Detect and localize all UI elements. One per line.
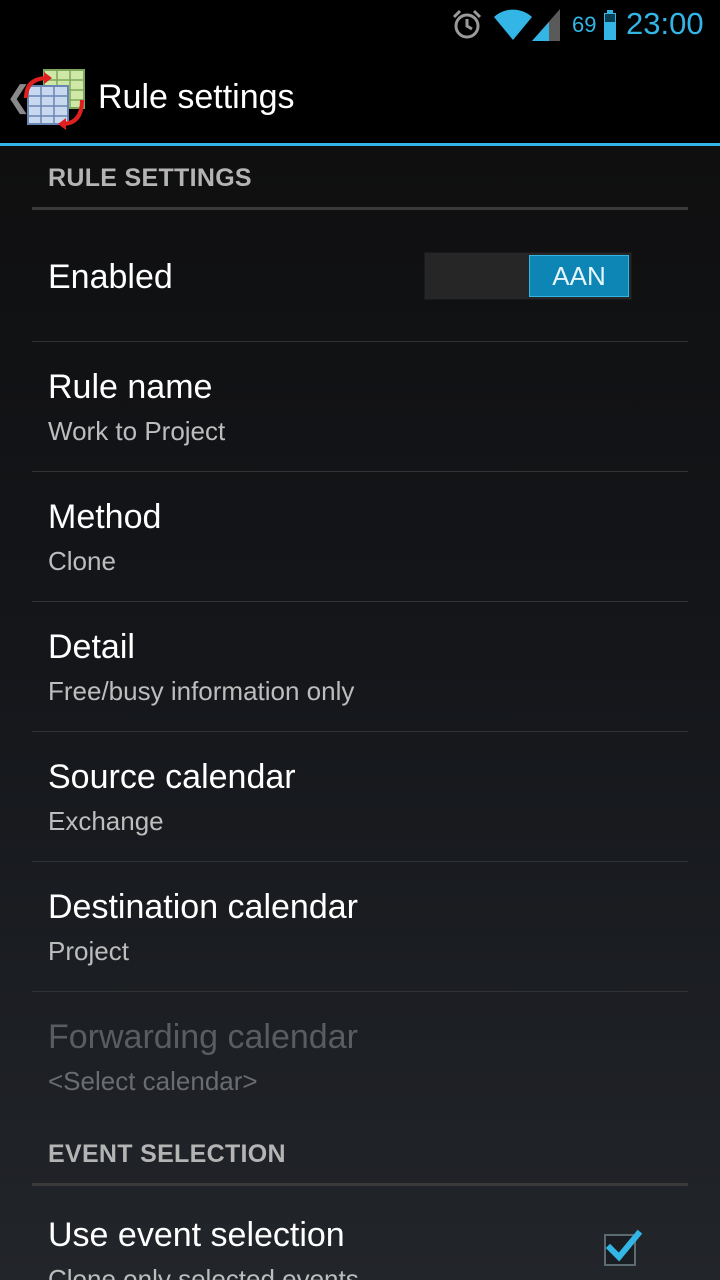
pref-use-event-selection-summary: Clone only selected events <box>48 1264 359 1280</box>
pref-method-title: Method <box>48 498 162 536</box>
pref-use-event-selection-title: Use event selection <box>48 1216 345 1254</box>
pref-method-summary: Clone <box>48 546 116 576</box>
section-header-event-selection: EVENT SELECTION <box>32 1140 688 1186</box>
enabled-toggle-thumb[interactable]: AAN <box>529 255 629 297</box>
pref-forwarding-calendar: Forwarding calendar <Select calendar> <box>32 992 688 1122</box>
pref-source-calendar-summary: Exchange <box>48 806 164 836</box>
action-bar: ❮ Rule settings <box>0 50 720 146</box>
use-event-selection-checkbox[interactable] <box>604 1229 643 1266</box>
status-bar: 69 23:00 <box>0 0 720 50</box>
alarm-icon <box>452 9 482 39</box>
pref-enabled-title: Enabled <box>48 258 173 296</box>
pref-rule-name[interactable]: Rule name Work to Project <box>32 342 688 472</box>
section-header-rule-settings: RULE SETTINGS <box>32 164 688 210</box>
checkmark-icon <box>605 1229 643 1262</box>
pref-forwarding-calendar-summary: <Select calendar> <box>48 1066 258 1096</box>
pref-detail-summary: Free/busy information only <box>48 676 355 706</box>
action-bar-title: Rule settings <box>98 78 295 116</box>
status-clock: 23:00 <box>626 6 704 41</box>
pref-source-calendar-title: Source calendar <box>48 758 296 796</box>
pref-detail-title: Detail <box>48 628 135 666</box>
pref-forwarding-calendar-title: Forwarding calendar <box>48 1018 358 1056</box>
pref-use-event-selection[interactable]: Use event selection Clone only selected … <box>32 1186 688 1280</box>
pref-method[interactable]: Method Clone <box>32 472 688 602</box>
signal-icon <box>532 9 560 41</box>
pref-rule-name-title: Rule name <box>48 368 213 406</box>
pref-destination-calendar-title: Destination calendar <box>48 888 358 926</box>
enabled-toggle-switch[interactable]: AAN <box>424 252 632 300</box>
pref-destination-calendar-summary: Project <box>48 936 129 966</box>
pref-enabled[interactable]: Enabled AAN <box>32 210 688 342</box>
pref-detail[interactable]: Detail Free/busy information only <box>32 602 688 732</box>
battery-icon <box>604 10 616 40</box>
battery-level-text: 69 <box>572 12 597 37</box>
pref-rule-name-summary: Work to Project <box>48 416 226 446</box>
app-icon[interactable] <box>22 68 86 130</box>
pref-destination-calendar[interactable]: Destination calendar Project <box>32 862 688 992</box>
preferences-list[interactable]: RULE SETTINGS Enabled AAN Rule name Work… <box>0 146 720 1280</box>
wifi-icon <box>494 9 532 40</box>
pref-source-calendar[interactable]: Source calendar Exchange <box>32 732 688 862</box>
